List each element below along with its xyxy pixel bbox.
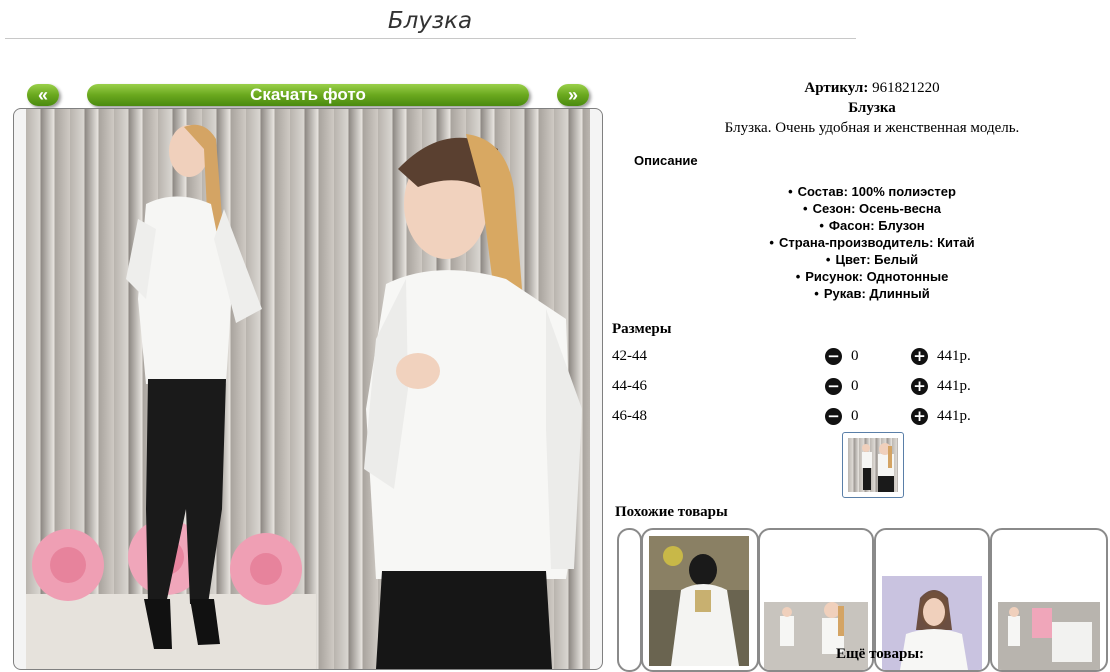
property-sleeve: Рукав: Длинный <box>612 285 1110 302</box>
property-style: Фасон: Блузон <box>612 217 1110 234</box>
thumbnail-illustration <box>862 443 894 492</box>
minus-circle-icon[interactable]: − <box>825 378 842 395</box>
size-price: 441р. <box>937 408 971 424</box>
similar-product-card[interactable] <box>990 528 1108 672</box>
size-quantity: 0 <box>851 348 859 364</box>
product-short-description: Блузка. Очень удобная и женственная моде… <box>724 120 1020 136</box>
size-row: 44-46 − 0 + 441р. <box>612 376 1110 398</box>
property-season: Сезон: Осень-весна <box>612 200 1110 217</box>
more-products-link[interactable]: Ещё товары: <box>836 646 924 663</box>
similar-product-image <box>649 536 749 666</box>
page-title: Блузка <box>387 8 473 34</box>
size-quantity: 0 <box>851 378 859 394</box>
size-price: 441р. <box>937 348 971 364</box>
minus-circle-icon[interactable]: − <box>825 408 842 425</box>
title-divider <box>5 38 856 39</box>
size-row: 46-48 − 0 + 441р. <box>612 406 1110 428</box>
size-label: 44-46 <box>612 378 647 394</box>
plus-circle-icon[interactable]: + <box>911 378 928 395</box>
sku-value: 961821220 <box>872 80 940 96</box>
product-photo[interactable] <box>26 109 590 669</box>
property-pattern: Рисунок: Однотонные <box>612 268 1110 285</box>
similar-product-card[interactable] <box>641 528 759 672</box>
size-row: 42-44 − 0 + 441р. <box>612 346 1110 368</box>
prev-photo-button[interactable]: « <box>27 84 59 106</box>
description-title: Описание <box>634 153 698 168</box>
product-name: Блузка <box>848 100 896 116</box>
similar-product-image <box>998 602 1100 670</box>
download-photo-button[interactable]: Скачать фото <box>87 84 529 106</box>
minus-circle-icon[interactable]: − <box>825 348 842 365</box>
sku-label: Артикул: <box>804 80 869 96</box>
size-price: 441р. <box>937 378 971 394</box>
product-photo-frame <box>13 108 603 670</box>
similar-product-card[interactable] <box>617 528 642 672</box>
size-quantity: 0 <box>851 408 859 424</box>
photo-thumbnail[interactable] <box>842 432 904 498</box>
plus-circle-icon[interactable]: + <box>911 408 928 425</box>
sizes-title: Размеры <box>612 321 672 337</box>
sku-line: Артикул: 961821220 <box>612 80 1110 97</box>
size-label: 46-48 <box>612 408 647 424</box>
property-composition: Состав: 100% полиэстер <box>612 183 1110 200</box>
property-country: Страна-производитель: Китай <box>612 234 1110 251</box>
next-photo-button[interactable]: » <box>557 84 589 106</box>
size-label: 42-44 <box>612 348 647 364</box>
thumbnail-image <box>848 438 898 492</box>
product-properties-list: Состав: 100% полиэстер Сезон: Осень-весн… <box>612 183 1110 302</box>
similar-products-title: Похожие товары <box>615 504 728 520</box>
plus-circle-icon[interactable]: + <box>911 348 928 365</box>
property-color: Цвет: Белый <box>612 251 1110 268</box>
product-photo-illustration <box>26 124 582 669</box>
